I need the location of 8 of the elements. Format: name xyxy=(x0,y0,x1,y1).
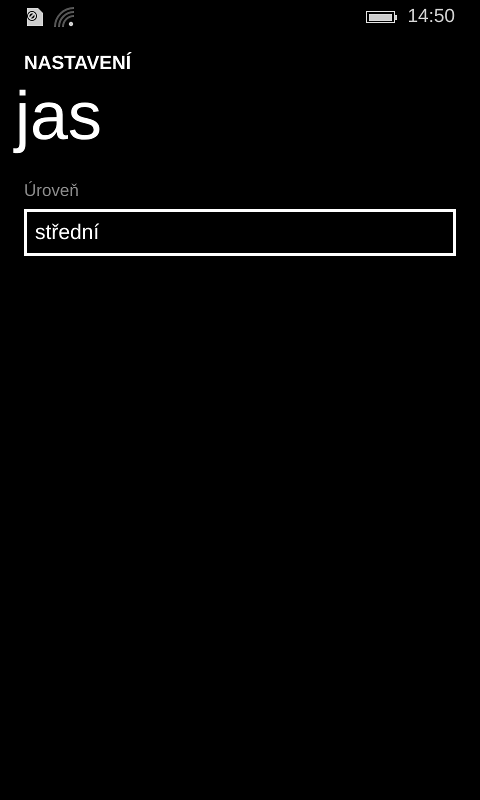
app-title: NASTAVENÍ xyxy=(24,52,132,76)
battery-icon xyxy=(366,11,398,23)
field-label: Úroveň xyxy=(24,181,80,201)
page-title: jas xyxy=(15,78,103,154)
sim-icon xyxy=(24,8,44,26)
clock: 14:50 xyxy=(407,6,455,28)
level-picker[interactable]: střední xyxy=(24,209,456,256)
signal-icon xyxy=(54,7,76,27)
